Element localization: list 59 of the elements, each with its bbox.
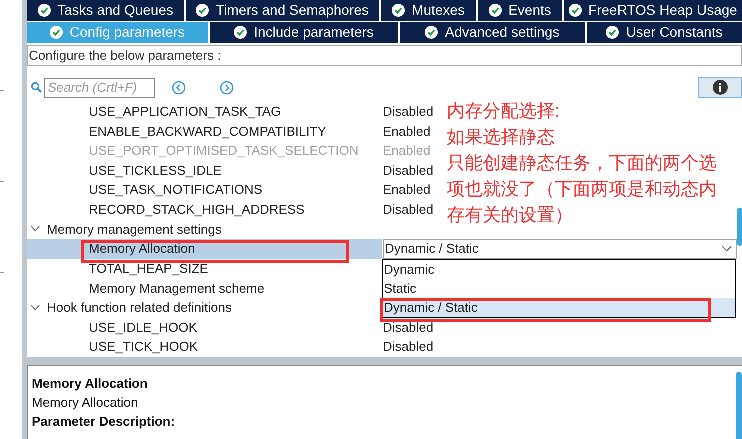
check-circle-icon [234,26,248,39]
chevron-down-icon[interactable] [31,304,40,311]
parameter-name[interactable]: ENABLE_BACKWARD_COMPATIBILITY [89,122,383,142]
parameter-value[interactable]: Disabled [383,337,434,357]
tab[interactable]: User Constants [587,22,742,43]
next-icon[interactable] [220,80,234,94]
search-field[interactable]: Search (Crtl+F) [44,78,155,98]
tab[interactable]: Mutexes [381,0,476,21]
check-circle-icon [425,26,438,39]
parameter-name[interactable]: USE_TICKLESS_IDLE [89,160,383,180]
parameter-value[interactable]: Disabled [383,102,434,122]
tab[interactable]: Tasks and Queues [27,0,184,21]
parameter-name[interactable]: Memory Allocation [89,239,383,259]
check-circle-icon [392,4,406,17]
parameter-value[interactable]: Disabled [383,318,434,338]
annotation-text: 存有关的设置） [447,204,574,227]
description-heading: Parameter Description: [32,413,176,431]
annotation-text: 内存分配选择: [447,100,562,123]
dropdown-option[interactable]: Static [384,281,417,296]
group-label[interactable]: Memory management settings [47,220,222,239]
annotation-text: 项也就没了（下面两项是和动态内 [447,178,717,201]
scrollbar-thumb[interactable] [736,372,742,439]
annotation-text: 如果选择静态 [447,126,556,149]
dropdown-field[interactable]: Dynamic / Static [383,239,737,260]
dropdown-option[interactable]: Dynamic [384,262,435,278]
check-circle-icon [568,4,582,17]
description-text: Memory Allocation [32,394,140,412]
check-circle-icon [38,4,51,17]
check-circle-icon [488,4,502,17]
parameter-name[interactable]: USE_APPLICATION_TASK_TAG [89,102,383,122]
parameter-name[interactable]: USE_IDLE_HOOK [89,318,383,338]
group-label[interactable]: Hook function related definitions [47,298,232,318]
tab[interactable]: Advanced settings [400,22,585,43]
chevron-down-icon [722,246,732,252]
parameter-name[interactable]: RECORD_STACK_HIGH_ADDRESS [89,200,383,220]
annotation-text: 只能创建静态任务，下面的两个选 [447,152,717,175]
parameter-name[interactable]: USE_TASK_NOTIFICATIONS [89,180,383,200]
tab[interactable]: Include parameters [210,22,398,43]
info-button[interactable] [698,77,742,98]
info-icon [712,80,728,95]
parameter-name[interactable]: Memory Management scheme [89,278,383,298]
parameter-value[interactable]: Disabled [383,160,434,180]
tab[interactable]: Events [478,0,562,21]
parameter-name[interactable]: USE_TICK_HOOK [89,337,383,357]
parameter-value[interactable]: Enabled [383,122,431,142]
check-circle-icon [50,26,63,39]
description-title: Memory Allocation [32,375,149,393]
parameter-value[interactable]: Enabled [383,180,431,200]
previous-icon[interactable] [172,80,186,94]
check-circle-icon [196,4,210,17]
tab[interactable]: FreeRTOS Heap Usage [564,0,742,21]
section-title: Configure the below parameters : [27,45,742,66]
parameter-name[interactable]: TOTAL_HEAP_SIZE [89,259,383,279]
scrollbar-thumb[interactable] [737,208,742,246]
check-circle-icon [606,26,620,39]
tab[interactable]: Timers and Semaphores [186,0,379,21]
search-icon [31,82,42,93]
parameter-value[interactable]: Disabled [383,200,434,220]
chevron-down-icon[interactable] [31,226,40,232]
